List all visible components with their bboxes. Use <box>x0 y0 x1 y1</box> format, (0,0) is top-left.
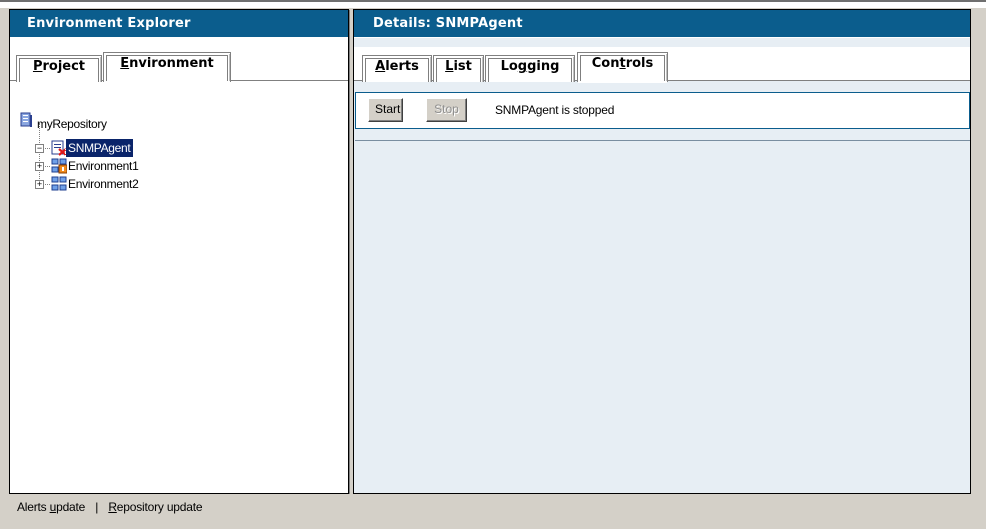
tab-project-label: roject <box>42 59 86 74</box>
tree-item-label: SNMPAgent <box>64 138 135 158</box>
agent-controls-bar: Start Stop SNMPAgent is stopped <box>355 92 970 129</box>
details-divider <box>355 140 970 141</box>
alerts-update-label-start: Alerts <box>17 500 50 514</box>
tree-item-label: Environment1 <box>68 159 139 173</box>
collapse-icon[interactable]: − <box>35 144 44 153</box>
expand-icon[interactable]: + <box>35 180 44 189</box>
tab-controls[interactable]: Controls <box>577 52 668 83</box>
tree-item-environment2[interactable]: + Environment2 <box>18 175 218 193</box>
tab-environment-label: nvironment <box>129 56 214 71</box>
tab-logging-hotkey: g <box>517 59 528 74</box>
repository-update-label: epository update <box>116 500 203 514</box>
tab-logging-label-end: ging <box>527 59 560 74</box>
tree-item-snmp-agent[interactable]: − SNMPAgent <box>18 138 218 158</box>
start-button[interactable]: Start <box>368 98 403 122</box>
details-tab-strip: Alerts List Logging Controls <box>354 47 970 83</box>
status-separator: | <box>95 500 99 514</box>
tab-controls-label-end: rols <box>625 56 654 71</box>
tree-item-label: myRepository <box>37 117 107 131</box>
environment-explorer-panel: Environment Explorer Project Environment <box>9 9 349 494</box>
tab-controls-label-start: Con <box>591 56 620 71</box>
stop-button[interactable]: Stop <box>426 98 467 122</box>
tab-project[interactable]: Project <box>16 55 102 82</box>
repository-update-hotkey: R <box>108 500 117 514</box>
snmp-agent-stopped-icon <box>51 140 67 156</box>
details-title: Details: SNMPAgent <box>354 10 970 38</box>
tab-alerts-hotkey: A <box>375 59 386 74</box>
repository-update-link[interactable]: Repository update <box>108 500 202 514</box>
explorer-tab-strip: Project Environment <box>10 47 348 83</box>
alerts-update-label-end: pdate <box>56 500 86 514</box>
tab-alerts[interactable]: Alerts <box>362 55 432 82</box>
status-bar: Alerts update | Repository update <box>9 494 971 522</box>
repository-icon <box>20 112 32 127</box>
tab-environment-hotkey: E <box>120 56 130 71</box>
environment-tree: myRepository − SNMPAgent + Environment1 … <box>18 107 338 227</box>
environment-warning-icon <box>51 158 67 174</box>
snmp-manager-window: Environment Explorer Project Environment <box>0 0 986 529</box>
window-bottom-edge <box>0 522 986 529</box>
agent-status-text: SNMPAgent is stopped <box>495 103 615 117</box>
details-panel: Details: SNMPAgent Alerts List Logging C… <box>353 9 971 494</box>
window-top-edge <box>0 0 986 8</box>
tab-list-label: ist <box>453 59 472 74</box>
environment-explorer-title: Environment Explorer <box>10 10 348 38</box>
tab-logging[interactable]: Logging <box>485 55 575 82</box>
environment-icon <box>51 176 67 191</box>
tree-item-environment1[interactable]: + Environment1 <box>18 157 218 175</box>
tab-alerts-label: lerts <box>385 59 419 74</box>
expand-icon[interactable]: + <box>35 162 44 171</box>
alerts-update-link[interactable]: Alerts update <box>17 500 85 514</box>
tab-logging-label-start: Lo <box>500 59 518 74</box>
tab-environment[interactable]: Environment <box>103 52 231 83</box>
tree-item-my-repository[interactable]: myRepository <box>18 111 218 131</box>
tree-item-label: Environment2 <box>68 177 139 191</box>
tab-list[interactable]: List <box>433 55 484 82</box>
